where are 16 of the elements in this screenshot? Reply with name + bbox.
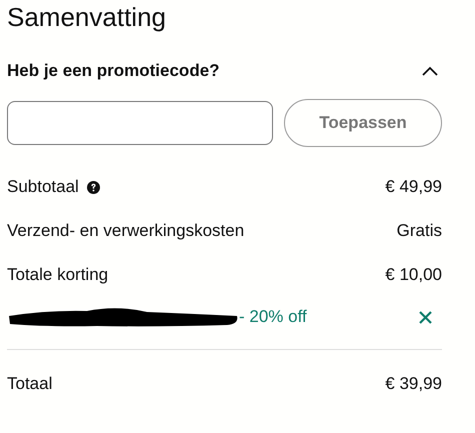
- promo-label: Heb je een promotiecode?: [7, 61, 220, 81]
- line-label: Verzend- en verwerkingskosten: [7, 221, 244, 241]
- line-label: Totale korting: [7, 265, 108, 285]
- total-value: € 39,99: [385, 374, 442, 394]
- line-value: € 10,00: [385, 265, 442, 285]
- total-label: Totaal: [7, 374, 52, 394]
- apply-button[interactable]: Toepassen: [284, 99, 442, 147]
- line-value: € 49,99: [385, 177, 442, 197]
- chevron-icon[interactable]: [422, 66, 438, 76]
- line-value: Gratis: [396, 221, 442, 241]
- discount-code-text: - 20% off: [239, 307, 307, 327]
- line-label: Subtotaal: [7, 177, 79, 197]
- promo-code-field[interactable]: [7, 101, 273, 145]
- summary-title: Samenvatting: [7, 2, 167, 32]
- remove-icon[interactable]: [419, 310, 432, 324]
- help-icon[interactable]: [86, 180, 100, 194]
